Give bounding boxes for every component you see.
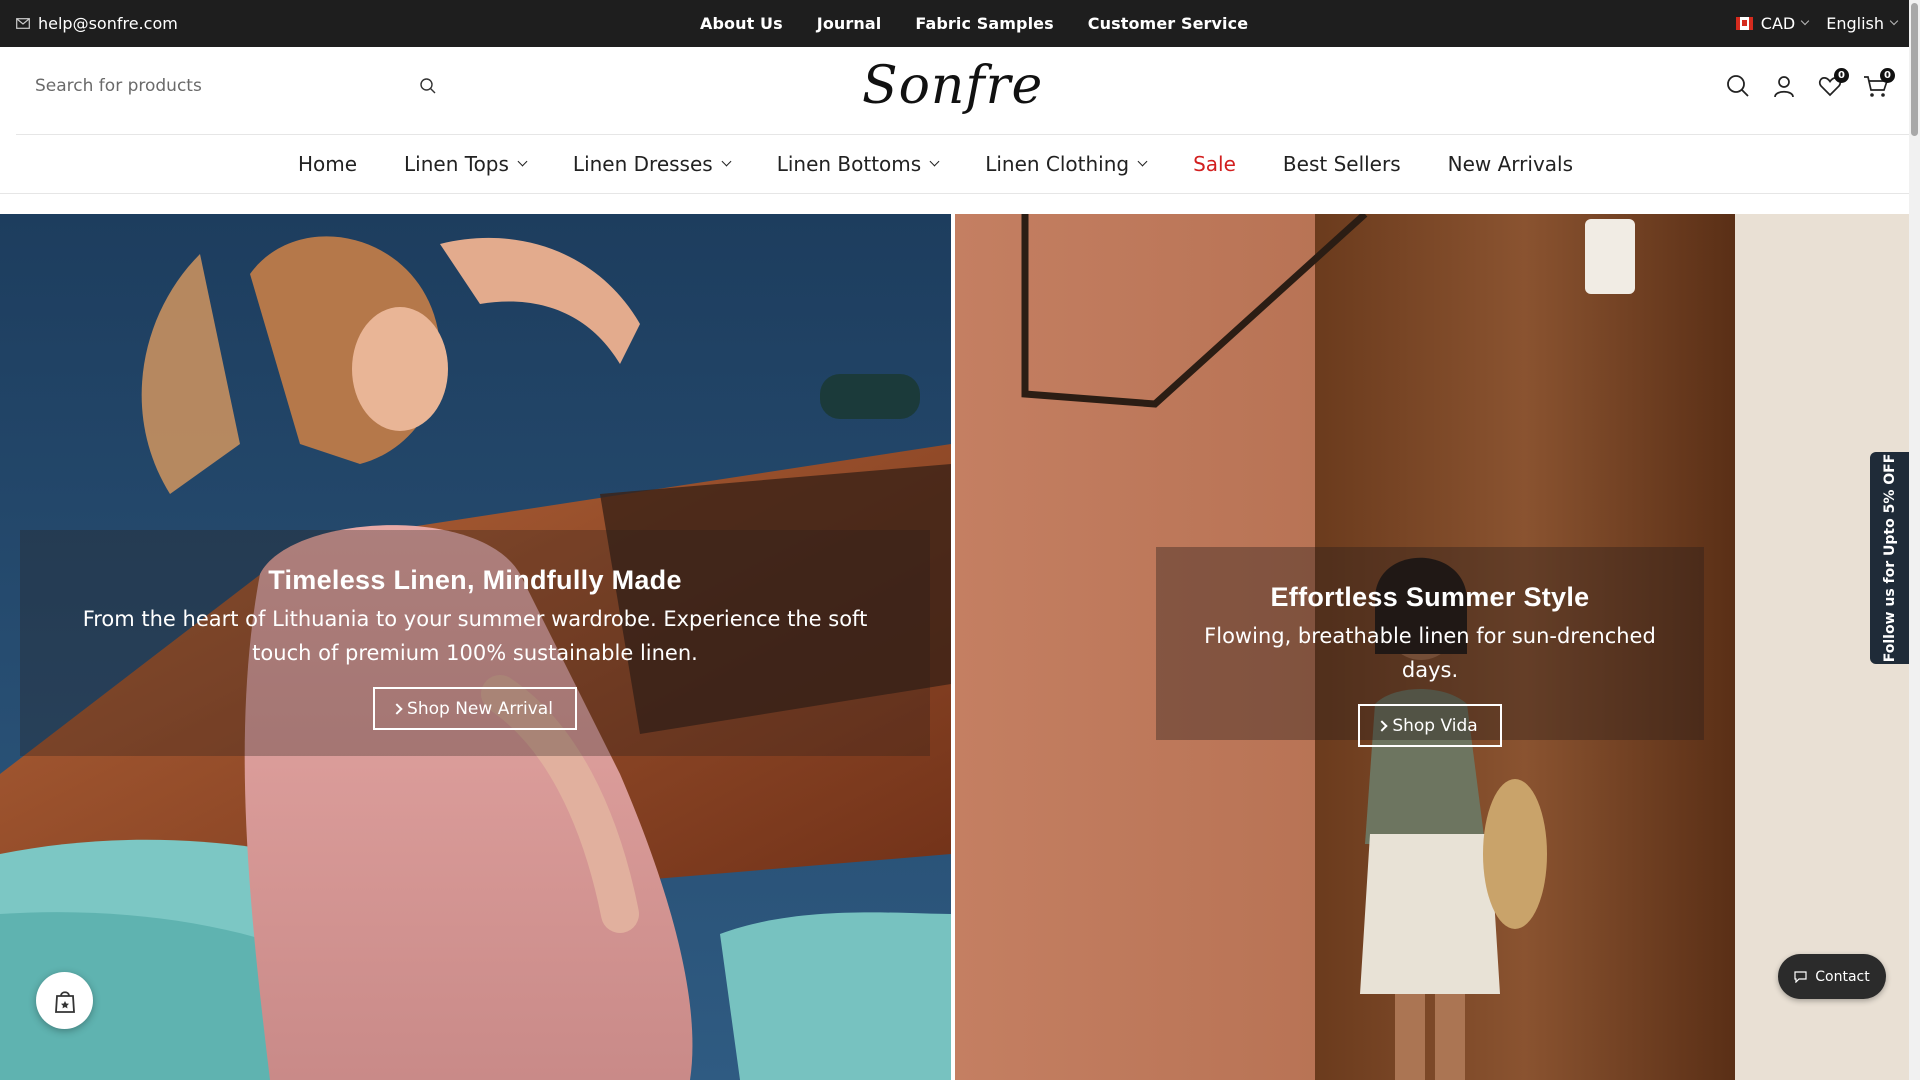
chevron-right-icon	[391, 703, 403, 715]
locale-switchers: CAD English	[1735, 0, 1899, 47]
nav-item-label: Home	[297, 152, 358, 176]
language-selector[interactable]: English	[1826, 14, 1899, 33]
language-label: English	[1826, 14, 1884, 33]
user-icon	[1774, 76, 1794, 98]
wishlist-button[interactable]: 0	[1817, 68, 1849, 99]
contact-button[interactable]: Contact	[1778, 954, 1886, 999]
header-search-button[interactable]	[1725, 73, 1751, 99]
nav-item-home[interactable]: Home	[298, 152, 357, 176]
account-button[interactable]	[1771, 73, 1797, 99]
rewards-launcher[interactable]	[36, 972, 93, 1029]
shop-new-arrival-button[interactable]: Shop New Arrival	[373, 687, 577, 730]
hero-right-title: Effortless Summer Style	[1270, 582, 1590, 612]
cart-button[interactable]: 0	[1863, 68, 1895, 99]
page-scrollbar[interactable]	[1909, 0, 1920, 1080]
email-text: help@sonfre.com	[38, 14, 178, 33]
follow-discount-tab[interactable]: Follow us for Upto 5% OFF	[1870, 452, 1909, 664]
site-header: Sonfre 0 0	[0, 47, 1909, 135]
top-links: About Us Journal Fabric Samples Customer…	[700, 0, 1282, 47]
chevron-down-icon	[1889, 16, 1899, 25]
follow-discount-label: Follow us for Upto 5% OFF	[1881, 453, 1898, 663]
hero-banner-left[interactable]: Timeless Linen, Mindfully Made From the …	[0, 214, 951, 1080]
contact-label: Contact	[1815, 968, 1870, 985]
chevron-down-icon	[721, 156, 732, 166]
shop-vida-label: Shop Vida	[1392, 715, 1478, 736]
search-box	[16, 63, 436, 109]
nav-item-label: New Arrivals	[1447, 152, 1574, 176]
hero-left-text: From the heart of Lithuania to your summ…	[82, 607, 868, 665]
top-link-fabric-samples[interactable]: Fabric Samples	[915, 14, 1053, 33]
top-link-journal[interactable]: Journal	[817, 14, 882, 33]
mail-icon	[16, 18, 30, 29]
nav-item-label: Linen Bottoms	[776, 152, 922, 176]
hero-left-title: Timeless Linen, Mindfully Made	[268, 565, 682, 595]
brand-logo[interactable]: Sonfre	[862, 53, 1042, 119]
nav-item-label: Sale	[1193, 152, 1236, 176]
top-link-about-us[interactable]: About Us	[700, 14, 783, 33]
search-input[interactable]	[16, 76, 376, 96]
nav-item-label: Best Sellers	[1282, 152, 1401, 176]
support-email[interactable]: help@sonfre.com	[16, 0, 178, 47]
top-bar: help@sonfre.com About Us Journal Fabric …	[0, 0, 1909, 47]
currency-selector[interactable]: CAD	[1735, 14, 1810, 33]
hero-right-caption: Effortless Summer Style Flowing, breatha…	[1156, 547, 1704, 747]
hero-right-text: Flowing, breathable linen for sun-drench…	[1204, 624, 1656, 682]
chevron-down-icon	[1137, 156, 1148, 166]
header-icons: 0 0	[1725, 68, 1895, 99]
scrollbar-thumb[interactable]	[1911, 3, 1918, 136]
top-link-customer-service[interactable]: Customer Service	[1088, 14, 1248, 33]
chat-bubble-icon	[1794, 970, 1807, 983]
chevron-down-icon	[1800, 16, 1810, 25]
nav-item-best-sellers[interactable]: Best Sellers	[1283, 152, 1401, 176]
wishlist-count-badge: 0	[1834, 68, 1849, 83]
gift-bag-icon	[54, 990, 75, 1013]
nav-item-label: Linen Clothing	[985, 152, 1130, 176]
shop-vida-button[interactable]: Shop Vida	[1358, 704, 1502, 747]
hero-banner-right[interactable]: Effortless Summer Style Flowing, breatha…	[955, 214, 1909, 1080]
cart-count-badge: 0	[1880, 68, 1895, 83]
search-icon[interactable]	[419, 77, 437, 95]
nav-item-label: Linen Tops	[404, 152, 509, 176]
nav-item-linen-dresses[interactable]: Linen Dresses	[572, 152, 732, 176]
currency-label: CAD	[1760, 14, 1796, 33]
nav-item-sale[interactable]: Sale	[1193, 152, 1236, 176]
nav-item-linen-bottoms[interactable]: Linen Bottoms	[776, 152, 940, 176]
hero-left-caption: Timeless Linen, Mindfully Made From the …	[20, 530, 930, 756]
nav-item-linen-tops[interactable]: Linen Tops	[404, 152, 528, 176]
nav-item-new-arrivals[interactable]: New Arrivals	[1448, 152, 1573, 176]
main-nav: Home Linen Tops Linen Dresses Linen Bott…	[0, 135, 1909, 193]
nav-item-label: Linen Dresses	[572, 152, 713, 176]
nav-divider	[0, 193, 1909, 194]
shop-new-arrival-label: Shop New Arrival	[407, 698, 553, 719]
chevron-down-icon	[929, 156, 940, 166]
canada-flag-icon	[1735, 17, 1753, 30]
chevron-right-icon	[1376, 720, 1388, 732]
chevron-down-icon	[517, 156, 528, 166]
nav-item-linen-clothing[interactable]: Linen Clothing	[985, 152, 1148, 176]
search-icon	[1727, 75, 1749, 97]
